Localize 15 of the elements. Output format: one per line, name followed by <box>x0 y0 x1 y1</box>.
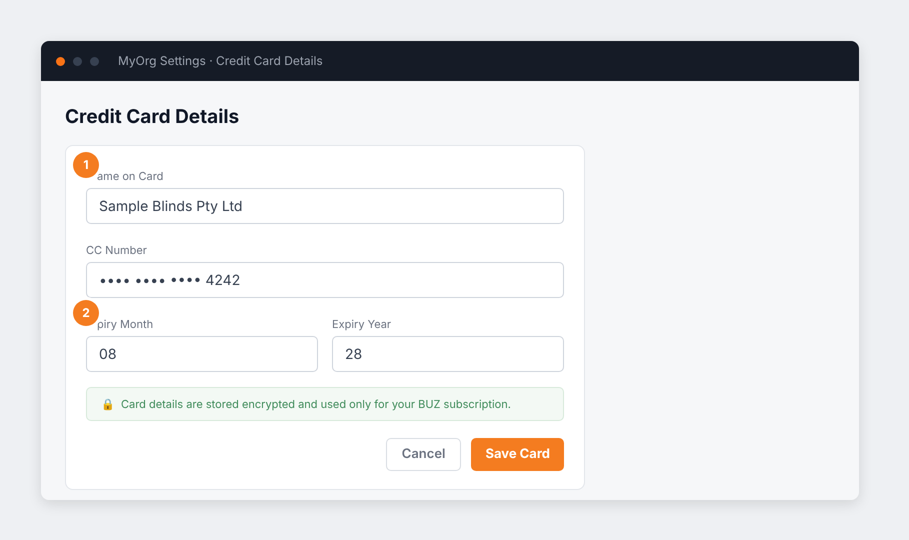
step-badge: 2 <box>73 300 99 326</box>
step-badge: 1 <box>73 152 99 178</box>
field-label: ame on Card <box>96 169 164 183</box>
cancel-button[interactable]: Cancel <box>386 438 462 471</box>
window-title: MyOrg Settings · Credit Card Details <box>118 52 323 70</box>
notice-text: Card details are stored encrypted and used only for your BUZ subscription. <box>121 396 511 412</box>
input-field[interactable]: •••• •••• •••• 4242 <box>86 262 564 298</box>
field-label: Expiry Year <box>332 317 392 331</box>
lock-icon: 🔒 <box>101 396 115 412</box>
page-heading: Credit Card Details <box>65 105 240 129</box>
input-field[interactable]: Sample Blinds Pty Ltd <box>86 188 564 224</box>
input-field[interactable]: 28 <box>332 336 564 372</box>
input-field[interactable]: 08 <box>86 336 318 372</box>
field-label: CC Number <box>86 243 147 257</box>
field-label: piry Month <box>96 317 154 331</box>
